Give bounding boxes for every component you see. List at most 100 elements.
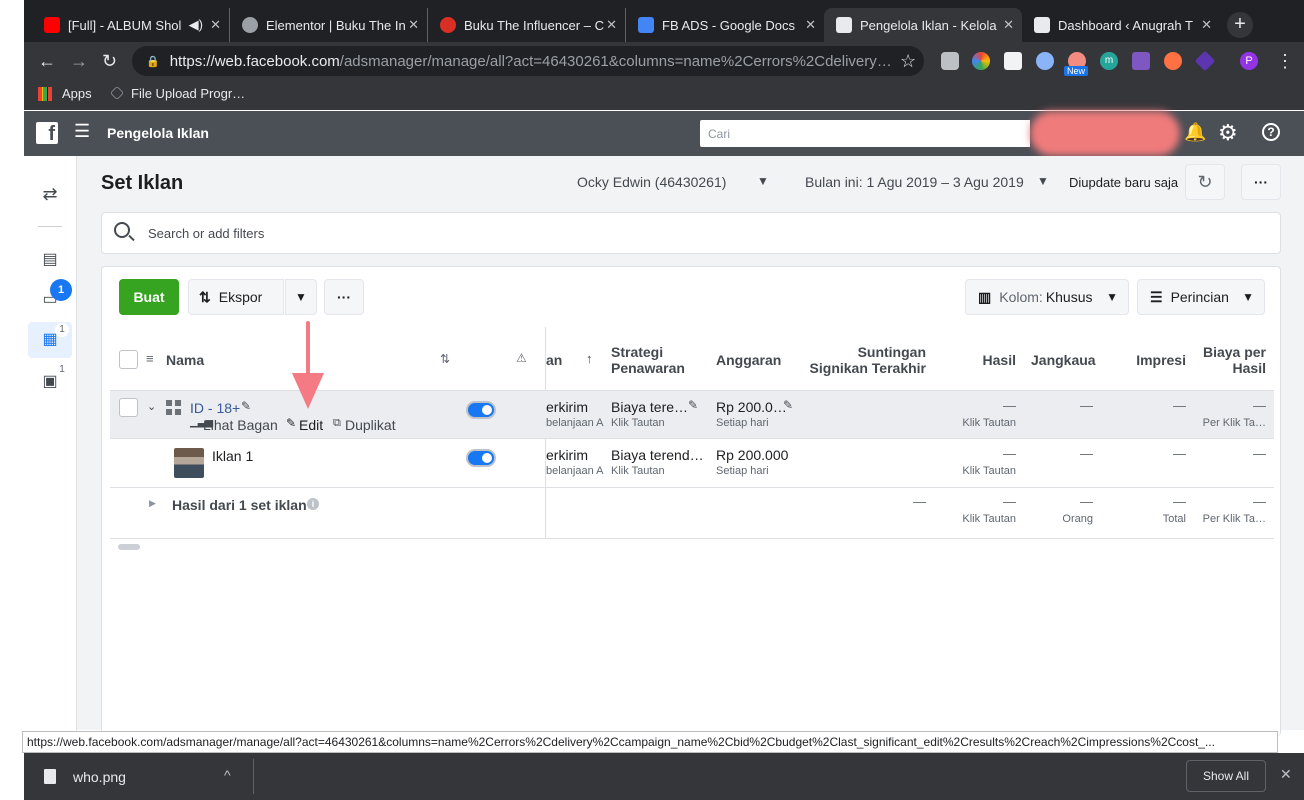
address-bar[interactable]: 🔒 https://web.facebook.com/adsmanager/ma…	[132, 46, 924, 76]
o-extension-icon[interactable]	[1036, 52, 1054, 70]
row-checkbox[interactable]	[119, 398, 138, 417]
search-icon-handle	[128, 234, 135, 242]
col-header-impressions[interactable]: Impresi	[1102, 352, 1186, 368]
fb-search-input[interactable]	[700, 120, 1030, 147]
ad-thumbnail[interactable]	[174, 448, 204, 478]
browser-tab-dashboard[interactable]: Dashboard ‹ Anugrah T ✕	[1022, 8, 1220, 42]
export-button[interactable]: ⇅ Ekspor	[188, 279, 284, 315]
export-dropdown-button[interactable]: ▼	[285, 279, 317, 315]
campaign-overview-icon[interactable]: ▤	[38, 248, 62, 272]
close-tab-icon[interactable]: ✕	[1201, 17, 1212, 33]
x-extension-icon[interactable]	[1132, 52, 1150, 70]
col-header-cpr-l1[interactable]: Biaya per	[1192, 344, 1266, 360]
sort-arrow-up-icon[interactable]: ↑	[586, 351, 593, 366]
view-charts-link[interactable]: Lihat Bagan	[203, 417, 278, 433]
ad-toggle[interactable]	[466, 449, 496, 467]
col-header-last-edit-l1[interactable]: Suntingan	[802, 344, 926, 360]
browser-tab-buku[interactable]: Buku The Influencer – C ✕	[428, 8, 626, 42]
duplicate-link[interactable]: Duplikat	[345, 417, 396, 433]
col-header-bid-l2[interactable]: Penawaran	[611, 360, 685, 376]
show-all-button[interactable]: Show All	[1186, 760, 1266, 792]
chevron-up-icon[interactable]: ^	[224, 767, 231, 783]
download-filename[interactable]: who.png	[73, 769, 126, 785]
breakdown-selector[interactable]: ☰ Perincian ▼	[1137, 279, 1265, 315]
browser-tab-elementor[interactable]: Elementor | Buku The In ✕	[230, 8, 428, 42]
refresh-button[interactable]: ↻	[1185, 164, 1225, 200]
horizontal-scrollbar[interactable]	[118, 544, 140, 550]
col-header-bid-l1[interactable]: Strategi	[611, 344, 663, 360]
col-header-delivery[interactable]: an	[546, 352, 562, 368]
filter-bar[interactable]: Search or add filters	[101, 212, 1281, 254]
adsets-badge: 1	[55, 323, 69, 337]
close-tab-icon[interactable]: ✕	[606, 17, 617, 33]
toolbar-more-button[interactable]: ···	[324, 279, 364, 315]
account-selector[interactable]: Ocky Edwin (46430261)	[577, 174, 726, 190]
close-tab-icon[interactable]: ✕	[210, 17, 221, 33]
delivery-cell: erkirim	[546, 399, 588, 415]
close-tab-icon[interactable]: ✕	[805, 17, 816, 33]
forward-icon[interactable]: →	[70, 51, 88, 71]
m-extension-icon[interactable]: m	[1100, 52, 1118, 70]
reload-icon[interactable]: ↻	[102, 51, 117, 71]
bookmark-apps[interactable]: Apps	[62, 86, 92, 101]
speaker-icon[interactable]: ◀)	[189, 17, 203, 33]
ad-name[interactable]: Iklan 1	[212, 448, 253, 464]
sort-toggle-icon[interactable]: ⇅	[440, 352, 450, 366]
menu-kebab-icon[interactable]: ⋮	[1276, 51, 1294, 71]
close-tab-icon[interactable]: ✕	[408, 17, 419, 33]
bookmark-star-icon[interactable]: ☆	[900, 51, 916, 71]
impressions-cell: —	[1173, 446, 1186, 461]
new-tab-button[interactable]: +	[1227, 12, 1253, 38]
color-extension-icon[interactable]	[972, 52, 990, 70]
hamburger-menu-icon[interactable]: ☰	[74, 121, 90, 142]
notes-extension-icon[interactable]	[1004, 52, 1022, 70]
pencil-icon[interactable]: ✎	[241, 399, 251, 413]
col-header-cpr-l2[interactable]: Hasil	[1192, 360, 1266, 376]
breakdown-icon: ☰	[1150, 288, 1163, 305]
edit-link[interactable]: Edit	[299, 417, 323, 433]
date-chevron-down-icon[interactable]: ▼	[1037, 174, 1049, 188]
account-chevron-down-icon[interactable]: ▼	[757, 174, 769, 188]
col-header-reach[interactable]: Jangkaua	[1031, 352, 1096, 368]
pencil-icon[interactable]: ✎	[688, 398, 698, 412]
facebook-logo-icon[interactable]: f	[36, 122, 58, 145]
pencil-icon[interactable]: ✎	[783, 398, 793, 412]
browser-tab-google-docs[interactable]: FB ADS - Google Docs ✕	[626, 8, 824, 42]
close-downloads-icon[interactable]: ✕	[1280, 766, 1292, 783]
col-header-last-edit-l2[interactable]: Signikan Terakhir	[802, 360, 926, 376]
info-icon[interactable]: i	[307, 498, 319, 510]
bookmark-file-upload[interactable]: File Upload Progr…	[131, 86, 245, 101]
col-header-name[interactable]: Nama	[166, 352, 204, 368]
diamond-extension-icon[interactable]	[1194, 50, 1216, 72]
settings-extension-icon[interactable]	[941, 52, 959, 70]
wordpress-favicon-icon	[1034, 17, 1050, 33]
adset-name-link[interactable]: ID - 18+	[190, 400, 240, 416]
browser-tab-youtube[interactable]: [Full] - ALBUM Shol ◀) ✕	[32, 8, 230, 42]
select-all-checkbox[interactable]	[119, 350, 138, 369]
close-tab-icon[interactable]: ✕	[1003, 17, 1014, 33]
gear-icon[interactable]: ⚙	[1218, 120, 1238, 146]
annotation-arrow-icon	[292, 321, 324, 409]
warning-icon[interactable]: ⚠	[516, 351, 527, 365]
col-header-results[interactable]: Hasil	[932, 352, 1016, 368]
create-button[interactable]: Buat	[119, 279, 179, 315]
orange-extension-icon[interactable]	[1164, 52, 1182, 70]
budget-cell: Rp 200.0…	[716, 399, 787, 415]
date-range-picker[interactable]: Bulan ini: 1 Agu 2019 – 3 Agu 2019	[805, 174, 1024, 190]
profile-avatar[interactable]: P	[1240, 52, 1258, 70]
bell-icon[interactable]: 🔔	[1184, 122, 1206, 143]
col-header-budget[interactable]: Anggaran	[716, 352, 781, 368]
switch-arrows-icon[interactable]: ⇄	[38, 182, 62, 206]
more-options-button[interactable]: ···	[1241, 164, 1281, 200]
help-icon[interactable]: ?	[1262, 123, 1280, 141]
sort-lines-icon[interactable]: ≡	[146, 351, 154, 366]
expand-chevron-icon[interactable]: ⌄	[147, 400, 156, 413]
browser-tab-ads-manager[interactable]: Pengelola Iklan - Kelola ✕	[824, 8, 1022, 42]
back-icon[interactable]: ←	[38, 51, 56, 71]
columns-selector[interactable]: ▥ Kolom: Khusus ▼	[965, 279, 1129, 315]
adset-toggle[interactable]	[466, 401, 496, 419]
columns-icon: ▥	[978, 288, 992, 305]
duplicate-icon: ⧉	[333, 417, 341, 429]
status-url-bar: https://web.facebook.com/adsmanager/mana…	[22, 731, 1278, 753]
expand-triangle-icon[interactable]: ▶	[149, 498, 156, 509]
